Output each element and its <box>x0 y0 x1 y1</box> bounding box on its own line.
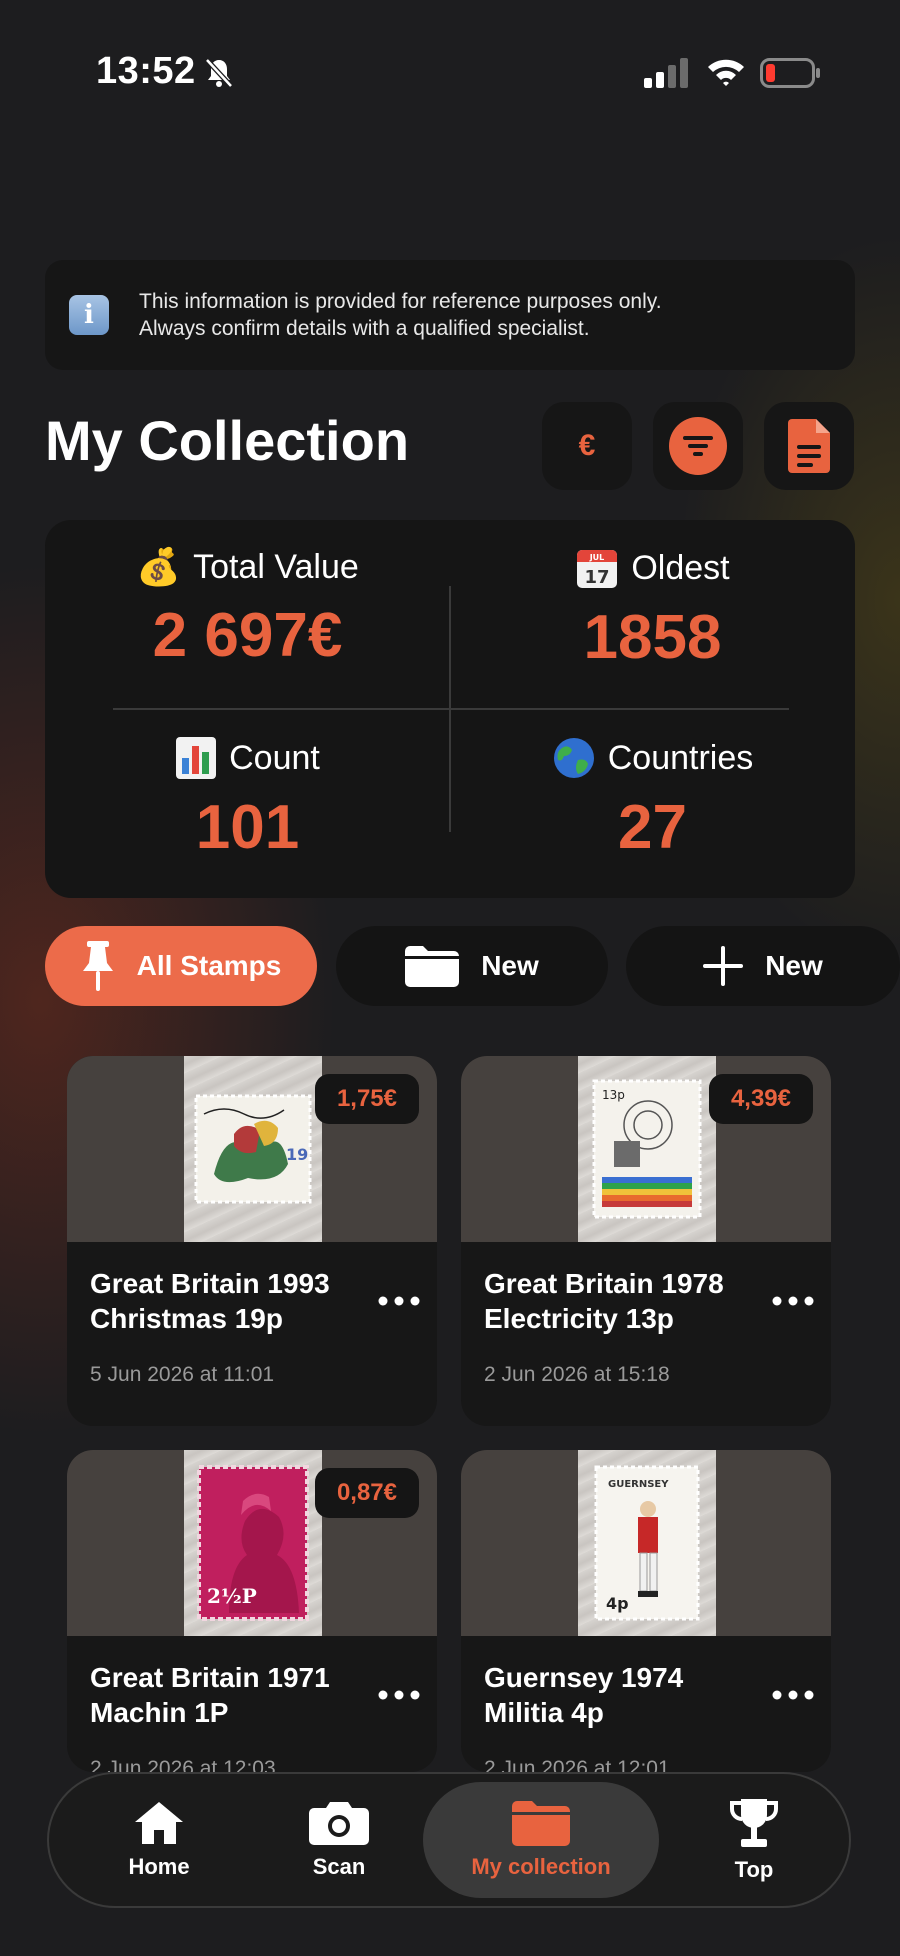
money-bag-icon: 💰 <box>136 547 182 588</box>
stamp-date: 2 Jun 2026 at 12:01 <box>484 1757 670 1772</box>
svg-text:4p: 4p <box>606 1594 629 1613</box>
chip-new-folder-label: New <box>481 950 539 981</box>
stamp-title-line-2: Militia 4p <box>484 1697 604 1728</box>
stamp-title-line-1: Great Britain 1971 <box>90 1662 330 1693</box>
chip-new-folder[interactable]: New <box>336 926 608 1006</box>
folder-icon <box>512 1801 570 1846</box>
stamp-card[interactable]: 2½P 0,87€ Great Britain 1971 Machin 1P 2… <box>67 1450 437 1772</box>
stat-oldest-value: 1858 <box>583 603 722 672</box>
nav-top[interactable]: Top <box>689 1774 819 1906</box>
nav-top-label: Top <box>734 1857 774 1882</box>
stamp-title-line-1: Great Britain 1978 <box>484 1268 724 1299</box>
stamp-date: 2 Jun 2026 at 12:03 <box>90 1757 276 1772</box>
info-icon: i <box>69 295 109 335</box>
disclaimer-line-1: This information is provided for referen… <box>139 290 662 313</box>
more-options-icon[interactable] <box>771 1688 815 1702</box>
pin-icon <box>82 941 113 991</box>
stat-total-value-label: Total Value <box>193 547 359 586</box>
calendar-icon: JUL 17 <box>577 550 618 588</box>
plus-icon <box>703 946 744 986</box>
svg-text:GUERNSEY: GUERNSEY <box>608 1479 669 1490</box>
stat-total-value: 💰 Total Value 2 697€ <box>45 546 450 671</box>
stat-count-value: 101 <box>195 793 300 862</box>
home-icon <box>135 1802 183 1844</box>
stats-divider-horizontal <box>113 708 789 710</box>
camera-icon <box>309 1802 369 1845</box>
stat-total-value-value: 2 697€ <box>152 601 343 670</box>
chip-all-stamps-label: All Stamps <box>136 950 282 981</box>
stat-countries-value: 27 <box>618 793 687 862</box>
chip-add-new-label: New <box>765 950 823 981</box>
nav-scan[interactable]: Scan <box>269 1774 409 1906</box>
more-options-icon[interactable] <box>771 1294 815 1308</box>
stamp-image: GUERNSEY 4p <box>461 1450 831 1636</box>
svg-text:2½P: 2½P <box>207 1584 257 1608</box>
disclaimer-text: This information is provided for referen… <box>139 288 662 342</box>
battery-icon <box>760 58 820 88</box>
stamp-title: Great Britain 1971 Machin 1P <box>90 1660 380 1730</box>
stamp-title: Great Britain 1978 Electricity 13p <box>484 1266 774 1336</box>
stat-oldest: JUL 17 Oldest 1858 <box>450 546 855 673</box>
currency-button[interactable]: € <box>542 402 632 490</box>
stats-card: 💰 Total Value 2 697€ JUL 17 Oldest 1858 <box>45 520 855 898</box>
chip-all-stamps[interactable]: All Stamps <box>45 926 317 1006</box>
bottom-nav: Home Scan My collection Top <box>47 1772 851 1908</box>
stamp-title-line-1: Great Britain 1993 <box>90 1268 330 1299</box>
wifi-icon <box>708 59 744 86</box>
disclaimer-line-2: Always confirm details with a qualified … <box>139 317 590 340</box>
disclaimer-banner: i This information is provided for refer… <box>45 260 855 370</box>
stamp-date: 2 Jun 2026 at 15:18 <box>484 1363 670 1386</box>
nav-home[interactable]: Home <box>89 1774 229 1906</box>
stamp-title-line-2: Electricity 13p <box>484 1303 674 1334</box>
status-time: 13:52 <box>96 50 196 92</box>
nav-scan-label: Scan <box>312 1854 366 1879</box>
stamp-title: Guernsey 1974 Militia 4p <box>484 1660 774 1730</box>
stamp-image: 2½P 0,87€ <box>67 1450 437 1636</box>
nav-my-collection[interactable]: My collection <box>423 1782 659 1898</box>
document-icon <box>788 419 830 473</box>
globe-icon <box>553 738 594 778</box>
chip-add-new[interactable]: New <box>626 926 900 1006</box>
filter-icon <box>669 417 727 475</box>
page-title: My Collection <box>45 409 410 472</box>
currency-symbol: € <box>578 429 596 462</box>
stat-count-label: Count <box>229 738 320 777</box>
stamp-card[interactable]: 19 1,75€ Great Britain 1993 Christmas 19… <box>67 1056 437 1426</box>
stat-countries: Countries 27 <box>450 736 855 863</box>
stamp-title-line-2: Christmas 19p <box>90 1303 283 1334</box>
svg-text:13p: 13p <box>602 1088 625 1102</box>
stamp-title: Great Britain 1993 Christmas 19p <box>90 1266 380 1336</box>
bell-muted-icon <box>205 58 233 88</box>
nav-home-label: Home <box>128 1854 190 1879</box>
svg-text:JUL: JUL <box>589 553 605 562</box>
more-options-icon[interactable] <box>377 1294 421 1308</box>
stamp-date: 5 Jun 2026 at 11:01 <box>90 1363 275 1386</box>
stamp-image: 13p 4,39€ <box>461 1056 831 1242</box>
svg-text:17: 17 <box>585 567 610 588</box>
folder-icon <box>405 946 460 987</box>
price-badge: 4,39€ <box>708 1074 813 1124</box>
price-badge: 1,75€ <box>314 1074 419 1124</box>
stamp-title-line-2: Machin 1P <box>90 1697 229 1728</box>
more-options-icon[interactable] <box>377 1688 421 1702</box>
trophy-icon <box>730 1799 778 1847</box>
price-badge: 0,87€ <box>314 1468 419 1518</box>
stamp-card[interactable]: 13p 4,39€ Great Britain 1978 Electricity… <box>461 1056 831 1426</box>
stamp-title-line-1: Guernsey 1974 <box>484 1662 684 1693</box>
export-document-button[interactable] <box>764 402 854 490</box>
sort-filter-button[interactable] <box>653 402 743 490</box>
stat-oldest-label: Oldest <box>631 548 730 587</box>
stamp-card[interactable]: GUERNSEY 4p Guernsey 1974 Militia 4p 2 J… <box>461 1450 831 1772</box>
nav-my-collection-label: My collection <box>471 1854 611 1879</box>
signal-icon <box>644 58 688 88</box>
stat-countries-label: Countries <box>607 738 754 777</box>
stat-count: Count 101 <box>45 736 450 863</box>
status-bar: 13:52 <box>0 0 900 150</box>
stamp-image: 19 1,75€ <box>67 1056 437 1242</box>
bar-chart-icon <box>176 737 217 779</box>
svg-text:19: 19 <box>286 1145 308 1164</box>
